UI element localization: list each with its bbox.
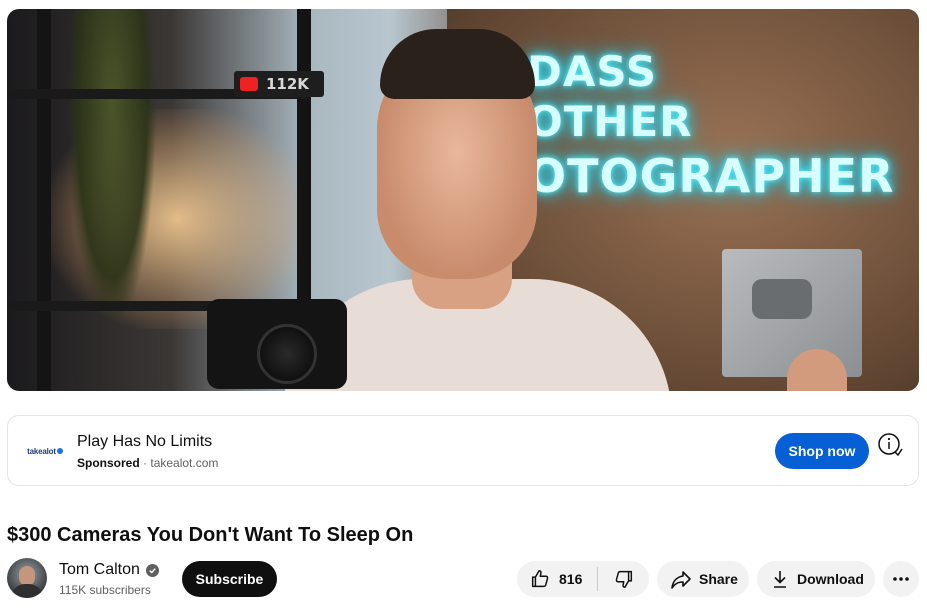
share-label: Share	[699, 571, 738, 587]
advertiser-logo-text: takealot	[27, 447, 63, 456]
share-button[interactable]: Share	[657, 561, 749, 597]
advertiser-logo[interactable]: takealot	[25, 431, 65, 471]
camera-in-hand	[207, 299, 347, 389]
thumbs-up-icon	[529, 568, 551, 590]
presenter-hair	[380, 29, 535, 99]
sponsored-label: Sponsored	[77, 456, 140, 470]
download-icon	[771, 569, 789, 589]
like-dislike-group: 816	[517, 561, 649, 597]
youtube-logo-icon	[240, 77, 258, 91]
channel-name-row[interactable]: Tom Calton	[59, 561, 159, 579]
logo-wordmark: takealot	[27, 446, 56, 456]
verified-icon	[145, 563, 159, 577]
info-icon[interactable]	[877, 432, 905, 460]
sponsored-ad-card[interactable]: takealot Play Has No Limits Sponsored · …	[7, 415, 919, 486]
subscribe-button[interactable]: Subscribe	[182, 561, 277, 597]
play-button-shape	[752, 279, 812, 319]
silver-play-button-plaque	[722, 249, 862, 377]
subscriber-count: 115K subscribers	[59, 583, 151, 597]
like-button[interactable]: 816	[517, 561, 597, 597]
hanging-plant	[67, 9, 157, 329]
avatar-face	[19, 566, 35, 586]
share-icon	[669, 568, 693, 590]
shop-now-button[interactable]: Shop now	[775, 433, 869, 469]
camera-lens	[257, 324, 317, 384]
download-button[interactable]: Download	[757, 561, 875, 597]
ad-title[interactable]: Play Has No Limits	[77, 433, 212, 451]
shelf-post	[37, 9, 51, 391]
more-actions-button[interactable]	[883, 561, 919, 597]
thumbs-down-icon	[613, 568, 635, 590]
channel-avatar[interactable]	[7, 558, 47, 598]
video-player[interactable]: 112K DASS OTHER OTOGRAPHER	[7, 9, 919, 391]
more-icon	[892, 576, 910, 582]
channel-name[interactable]: Tom Calton	[59, 561, 140, 579]
logo-dot	[56, 448, 63, 455]
dislike-button[interactable]	[598, 561, 649, 597]
download-label: Download	[797, 571, 864, 587]
ad-domain: takealot.com	[150, 456, 219, 470]
like-count: 816	[559, 571, 583, 587]
video-title: $300 Cameras You Don't Want To Sleep On	[7, 524, 414, 546]
ad-meta: Sponsored · takealot.com	[77, 456, 218, 470]
avatar-body	[11, 584, 43, 598]
meta-separator: ·	[143, 456, 148, 470]
